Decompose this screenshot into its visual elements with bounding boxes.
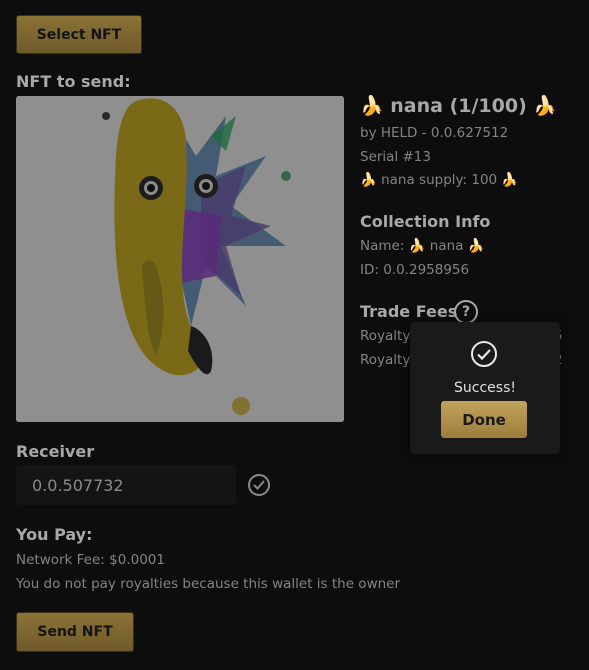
success-message: Success!: [454, 380, 516, 396]
collection-id: ID: 0.0.2958956: [360, 262, 470, 278]
royalty-row-2: Royalty: [360, 352, 411, 368]
help-icon[interactable]: ?: [454, 300, 478, 324]
you-pay-heading: You Pay:: [16, 525, 93, 544]
done-button[interactable]: Done: [441, 401, 527, 438]
trade-fees-heading: Trade Fees: [360, 302, 458, 321]
nft-creator: by HELD - 0.0.627512: [360, 125, 509, 141]
help-glyph: ?: [461, 304, 471, 320]
send-nft-button[interactable]: Send NFT: [16, 612, 134, 652]
nft-title: 🍌 nana (1/100) 🍌: [360, 95, 558, 117]
checkmark-icon: [253, 480, 265, 490]
collection-name: Name: 🍌 nana 🍌: [360, 238, 485, 254]
nft-to-send-label: NFT to send:: [16, 72, 131, 91]
nft-image: [16, 96, 344, 422]
royalty-note: You do not pay royalties because this wa…: [16, 576, 401, 592]
nft-serial: Serial #13: [360, 149, 431, 165]
receiver-input[interactable]: 0.0.507732: [16, 465, 236, 505]
checkmark-icon: [477, 348, 491, 360]
nft-supply: 🍌 nana supply: 100 🍌: [360, 172, 519, 188]
success-check-icon: [471, 341, 497, 367]
receiver-label: Receiver: [16, 442, 95, 461]
collection-info-heading: Collection Info: [360, 212, 491, 231]
royalty-row-1: Royalty: [360, 328, 411, 344]
check-circle-icon: [248, 474, 270, 496]
banana-artwork: [16, 96, 344, 422]
select-nft-button[interactable]: Select NFT: [16, 15, 142, 54]
network-fee: Network Fee: $0.0001: [16, 552, 165, 568]
